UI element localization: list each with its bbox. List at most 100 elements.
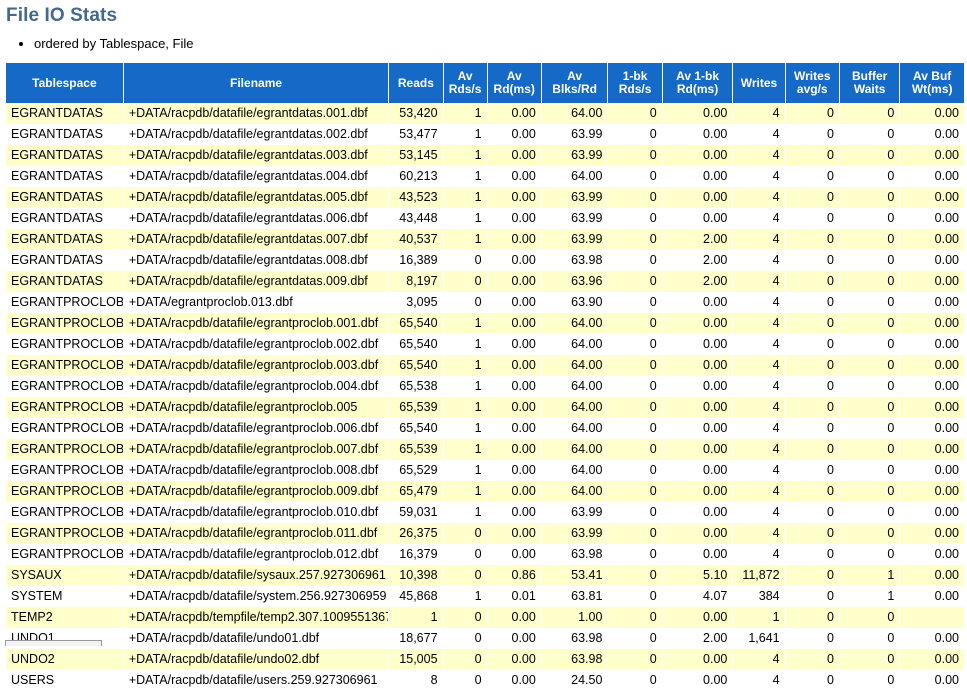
cell-filename: +DATA/racpdb/datafile/egrantproclob.006.… (123, 418, 389, 439)
cell-writes_avg_s: 0 (785, 418, 839, 439)
column-header-av_buf_wt_ms[interactable]: Av Buf Wt(ms) (900, 63, 964, 103)
table-row: EGRANTPROCLOB +DATA/racpdb/datafile/egran… (6, 502, 964, 523)
cell-av_rd_ms: 0.00 (487, 607, 541, 628)
cell-writes: 4 (733, 334, 785, 355)
cell-av_blks_rd: 64.00 (541, 376, 608, 397)
column-header-av_1bk_rd_ms[interactable]: Av 1-bk Rd(ms) (662, 63, 733, 103)
column-header-tablespace[interactable]: Tablespace (6, 63, 123, 103)
column-header-writes_avg_s[interactable]: Writes avg/s (785, 63, 839, 103)
cell-tablespace: EGRANTPROCLOB (6, 544, 123, 565)
cell-tablespace: EGRANTDATAS (6, 187, 123, 208)
cell-av_1bk_rd_ms: 0.00 (662, 292, 733, 313)
table-header-row: Tablespace Filename Reads Av Rds/s Av Rd(ms) Av… (6, 63, 964, 103)
cell-writes: 4 (733, 355, 785, 376)
cell-buffer_waits: 0 (839, 418, 900, 439)
cell-av_rds_s: 0 (443, 670, 487, 691)
cell-reads: 15,005 (389, 649, 443, 670)
file-io-stats-report: File IO Stats ordered by Tablespace, Fil… (0, 0, 967, 691)
cell-reads: 53,145 (389, 145, 443, 166)
cell-buffer_waits: 0 (839, 292, 900, 313)
cell-writes: 4 (733, 376, 785, 397)
cell-tablespace: EGRANTDATAS (6, 145, 123, 166)
cell-filename: +DATA/racpdb/tempfile/temp2.307.10095513… (123, 607, 389, 628)
column-header-filename[interactable]: Filename (123, 63, 389, 103)
cell-av_1bk_rd_ms: 0.00 (662, 208, 733, 229)
cell-tablespace: EGRANTPROCLOB (6, 334, 123, 355)
cell-one_bk_rds_s: 0 (608, 502, 662, 523)
cell-av_rds_s: 1 (443, 313, 487, 334)
cell-one_bk_rds_s: 0 (608, 670, 662, 691)
column-header-writes[interactable]: Writes (733, 63, 785, 103)
cell-buffer_waits: 0 (839, 271, 900, 292)
cell-av_rds_s: 0 (443, 250, 487, 271)
cell-tablespace: EGRANTPROCLOB (6, 292, 123, 313)
cell-writes_avg_s: 0 (785, 313, 839, 334)
table-row: UNDO2 +DATA/racpdb/datafile/undo02.dbf 15,… (6, 649, 964, 670)
cell-av_blks_rd: 64.00 (541, 334, 608, 355)
column-header-av_rds_s[interactable]: Av Rds/s (443, 63, 487, 103)
cell-av_blks_rd: 63.96 (541, 271, 608, 292)
cell-buffer_waits: 0 (839, 103, 900, 124)
cell-av_1bk_rd_ms: 2.00 (662, 271, 733, 292)
cell-writes_avg_s: 0 (785, 208, 839, 229)
cell-av_1bk_rd_ms: 0.00 (662, 502, 733, 523)
cell-av_blks_rd: 63.99 (541, 208, 608, 229)
table-row: SYSTEM +DATA/racpdb/datafile/system.256.9… (6, 586, 964, 607)
cell-filename: +DATA/racpdb/datafile/egrantproclob.005 (123, 397, 389, 418)
table-row: EGRANTPROCLOB +DATA/racpdb/datafile/egran… (6, 376, 964, 397)
cell-one_bk_rds_s: 0 (608, 628, 662, 649)
table-row: EGRANTPROCLOB +DATA/racpdb/datafile/egran… (6, 523, 964, 544)
cell-writes: 4 (733, 271, 785, 292)
table-row: EGRANTDATAS +DATA/racpdb/datafile/egrantd… (6, 250, 964, 271)
cell-one_bk_rds_s: 0 (608, 397, 662, 418)
cell-reads: 65,540 (389, 355, 443, 376)
report-notes-list: ordered by Tablespace, File (0, 36, 967, 52)
cell-buffer_waits: 0 (839, 208, 900, 229)
column-header-av_blks_rd[interactable]: Av Blks/Rd (541, 63, 608, 103)
cell-tablespace: EGRANTPROCLOB (6, 376, 123, 397)
column-header-buffer_waits[interactable]: Buffer Waits (839, 63, 900, 103)
cell-one_bk_rds_s: 0 (608, 124, 662, 145)
cell-av_rd_ms: 0.00 (487, 628, 541, 649)
cell-filename: +DATA/racpdb/datafile/egrantproclob.003.… (123, 355, 389, 376)
cell-reads: 43,523 (389, 187, 443, 208)
cell-av_rd_ms: 0.00 (487, 187, 541, 208)
table-header: Tablespace Filename Reads Av Rds/s Av Rd(ms) Av… (6, 63, 964, 103)
column-header-av_rd_ms[interactable]: Av Rd(ms) (487, 63, 541, 103)
column-header-reads[interactable]: Reads (389, 63, 443, 103)
cell-av_buf_wt_ms: 0.00 (900, 208, 964, 229)
cell-av_blks_rd: 63.99 (541, 229, 608, 250)
cell-one_bk_rds_s: 0 (608, 271, 662, 292)
cell-av_buf_wt_ms: 0.00 (900, 313, 964, 334)
cell-buffer_waits: 0 (839, 460, 900, 481)
cell-filename: +DATA/racpdb/datafile/egrantdatas.007.db… (123, 229, 389, 250)
cell-one_bk_rds_s: 0 (608, 607, 662, 628)
cell-av_rds_s: 0 (443, 628, 487, 649)
cell-av_rds_s: 0 (443, 649, 487, 670)
cell-writes_avg_s: 0 (785, 103, 839, 124)
cell-av_rds_s: 1 (443, 103, 487, 124)
cell-av_rds_s: 0 (443, 523, 487, 544)
cell-av_blks_rd: 63.99 (541, 145, 608, 166)
cell-av_rd_ms: 0.00 (487, 271, 541, 292)
cell-tablespace: EGRANTPROCLOB (6, 481, 123, 502)
cell-buffer_waits: 0 (839, 544, 900, 565)
cell-reads: 16,389 (389, 250, 443, 271)
table-row: EGRANTPROCLOB +DATA/racpdb/datafile/egran… (6, 481, 964, 502)
cell-writes_avg_s: 0 (785, 544, 839, 565)
cell-writes: 384 (733, 586, 785, 607)
cell-av_rds_s: 0 (443, 565, 487, 586)
cell-av_rd_ms: 0.01 (487, 586, 541, 607)
cell-reads: 53,477 (389, 124, 443, 145)
cell-buffer_waits: 0 (839, 397, 900, 418)
cell-av_rds_s: 1 (443, 502, 487, 523)
cell-one_bk_rds_s: 0 (608, 103, 662, 124)
cell-filename: +DATA/racpdb/datafile/egrantdatas.005.db… (123, 187, 389, 208)
cell-filename: +DATA/racpdb/datafile/egrantproclob.008.… (123, 460, 389, 481)
cell-av_blks_rd: 64.00 (541, 166, 608, 187)
cell-buffer_waits: 0 (839, 649, 900, 670)
column-header-one_bk_rds_s[interactable]: 1-bk Rds/s (608, 63, 662, 103)
cell-av_buf_wt_ms: 0.00 (900, 460, 964, 481)
table-row: EGRANTDATAS +DATA/racpdb/datafile/egrantd… (6, 166, 964, 187)
table-row: EGRANTDATAS +DATA/racpdb/datafile/egrantd… (6, 124, 964, 145)
